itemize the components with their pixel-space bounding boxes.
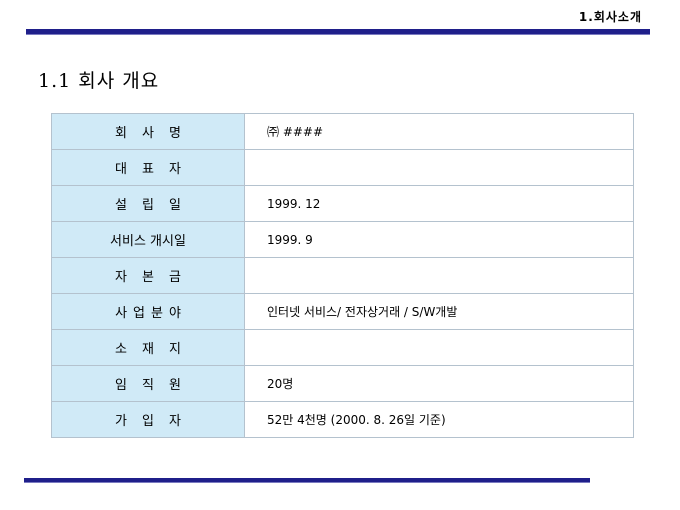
row-value-business-area: 인터넷 서비스/ 전자상거래 / S/W개발 (244, 293, 634, 330)
row-value-employees: 20명 (244, 365, 634, 402)
table-row: 사업분야 인터넷 서비스/ 전자상거래 / S/W개발 (51, 293, 634, 330)
top-divider (26, 29, 650, 35)
row-label-capital: 자본금 (51, 257, 245, 294)
table-row: 가입자 52만 4천명 (2000. 8. 26일 기준) (51, 401, 634, 438)
table-row: 회사명 ㈜ #### (51, 113, 634, 150)
row-label-company-name: 회사명 (51, 113, 245, 150)
table-row: 소재지 (51, 329, 634, 366)
page-section-label: 1.회사소개 (578, 10, 642, 24)
table-row: 자본금 (51, 257, 634, 294)
row-label-location: 소재지 (51, 329, 245, 366)
section-title: 1.1 회사 개요 (38, 70, 160, 92)
bottom-divider (24, 478, 590, 483)
row-value-subscribers: 52만 4천명 (2000. 8. 26일 기준) (244, 401, 634, 438)
row-label-service-start: 서비스 개시일 (51, 221, 245, 258)
row-value-founded: 1999. 12 (244, 185, 634, 222)
table-row: 서비스 개시일 1999. 9 (51, 221, 634, 258)
table-row: 설립일 1999. 12 (51, 185, 634, 222)
row-label-ceo: 대표자 (51, 149, 245, 186)
row-label-subscribers: 가입자 (51, 401, 245, 438)
company-overview-table: 회사명 ㈜ #### 대표자 설립일 1999. 12 서비스 개시일 1999… (51, 113, 634, 438)
row-value-ceo (244, 149, 634, 186)
row-value-company-name: ㈜ #### (244, 113, 634, 150)
row-label-business-area: 사업분야 (51, 293, 245, 330)
row-label-founded: 설립일 (51, 185, 245, 222)
row-value-capital (244, 257, 634, 294)
table-row: 대표자 (51, 149, 634, 186)
table-row: 임직원 20명 (51, 365, 634, 402)
row-value-service-start: 1999. 9 (244, 221, 634, 258)
row-value-location (244, 329, 634, 366)
row-label-employees: 임직원 (51, 365, 245, 402)
